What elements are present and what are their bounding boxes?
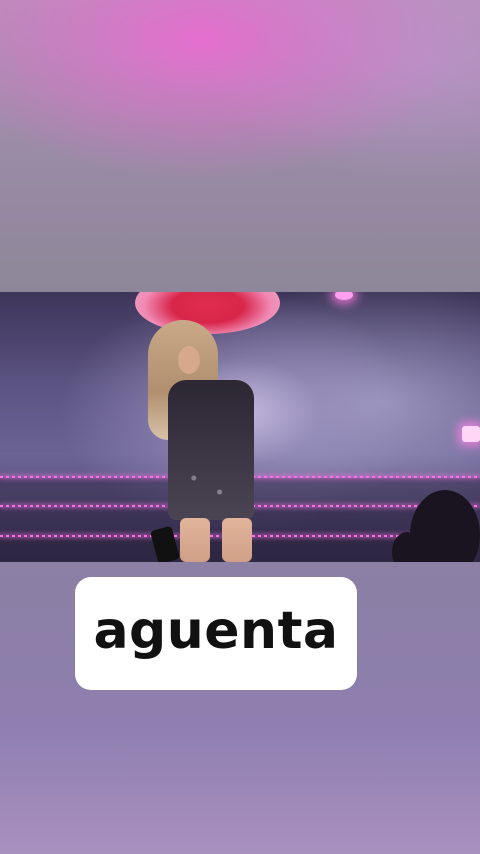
caption-text: aguenta xyxy=(93,600,339,661)
stage-spotlight xyxy=(335,292,353,300)
performer-figure xyxy=(140,320,270,562)
stage-spotlight xyxy=(462,426,480,442)
performer-leg xyxy=(180,518,210,562)
performer-face xyxy=(178,346,200,374)
caption-box: aguenta xyxy=(75,577,357,690)
reel-screen: aguenta xyxy=(0,0,480,854)
performer-dress xyxy=(168,380,254,520)
performer-leg xyxy=(222,518,252,562)
video-player[interactable] xyxy=(0,292,480,562)
